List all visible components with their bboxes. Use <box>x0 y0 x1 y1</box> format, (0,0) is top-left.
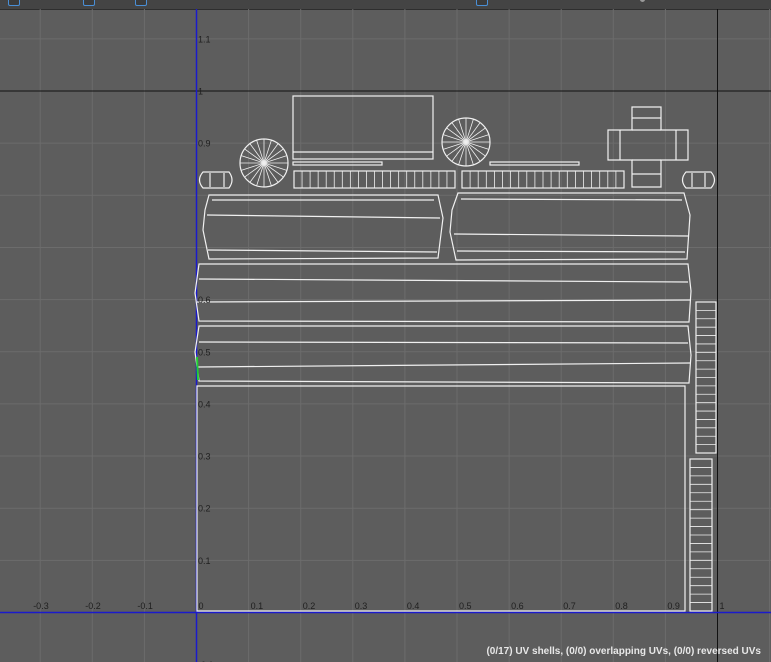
u-tick-label: 0.8 <box>615 601 628 611</box>
uv-shell-plank[interactable] <box>194 325 692 384</box>
uv-shell-cap[interactable] <box>681 171 716 189</box>
u-tick-label: 0.5 <box>459 601 472 611</box>
u-tick-label: 0.4 <box>407 601 420 611</box>
uv-shell-segmented-strip[interactable] <box>461 170 625 189</box>
u-tick-label: 0.1 <box>251 601 264 611</box>
axis-tick-labels: -0.4-0.3-0.2-0.100.10.20.30.40.50.60.70.… <box>33 34 725 662</box>
uv-shell-circle[interactable] <box>441 117 491 167</box>
selected-edge <box>196 356 199 381</box>
uv-shell-strip[interactable] <box>292 161 383 166</box>
uv-editor: -0.4-0.3-0.2-0.100.10.20.30.40.50.60.70.… <box>0 0 771 662</box>
uv-shell-plank[interactable] <box>194 263 692 323</box>
u-tick-label: -0.3 <box>33 601 49 611</box>
uv-shell-cap[interactable] <box>198 171 233 189</box>
uv-shell-top-panel[interactable] <box>292 95 434 160</box>
uv-shell-cushion[interactable] <box>202 194 444 260</box>
v-tick-label: 0.6 <box>198 295 211 305</box>
v-tick-label: 0.9 <box>198 139 211 149</box>
status-bar-text: (0/17) UV shells, (0/0) overlapping UVs,… <box>486 646 761 657</box>
uv-shell-base[interactable] <box>196 385 686 612</box>
uv-shell-strip[interactable] <box>489 161 580 166</box>
uv-shell-cross[interactable] <box>607 106 689 188</box>
v-tick-label: 1.1 <box>198 34 211 44</box>
uv-shell-cushion[interactable] <box>449 192 691 261</box>
uv-shell-segmented-strip[interactable] <box>293 170 456 189</box>
v-tick-label: 0.3 <box>198 452 211 462</box>
u-tick-label: 0.3 <box>355 601 368 611</box>
u-tick-label: 0.2 <box>303 601 316 611</box>
u-tick-label: 0.6 <box>511 601 524 611</box>
u-tick-label: 1 <box>720 601 725 611</box>
v-tick-label: 0.1 <box>198 556 211 566</box>
uv-viewport[interactable]: -0.4-0.3-0.2-0.100.10.20.30.40.50.60.70.… <box>0 0 771 662</box>
v-tick-label: 1 <box>198 87 203 97</box>
u-tick-label: -0.2 <box>85 601 101 611</box>
u-tick-label: -0.1 <box>137 601 153 611</box>
uv-shell-circle[interactable] <box>239 138 289 188</box>
v-tick-label: 0.2 <box>198 504 211 514</box>
v-tick-label: 0.4 <box>198 399 211 409</box>
u-tick-label: 0.7 <box>563 601 576 611</box>
v-tick-label: 0.5 <box>198 347 211 357</box>
uv-shell-vertical-strip[interactable] <box>689 458 713 612</box>
u-tick-label: 0 <box>199 601 204 611</box>
u-tick-label: 0.9 <box>667 601 680 611</box>
uv-shell-vertical-strip[interactable] <box>695 301 717 454</box>
